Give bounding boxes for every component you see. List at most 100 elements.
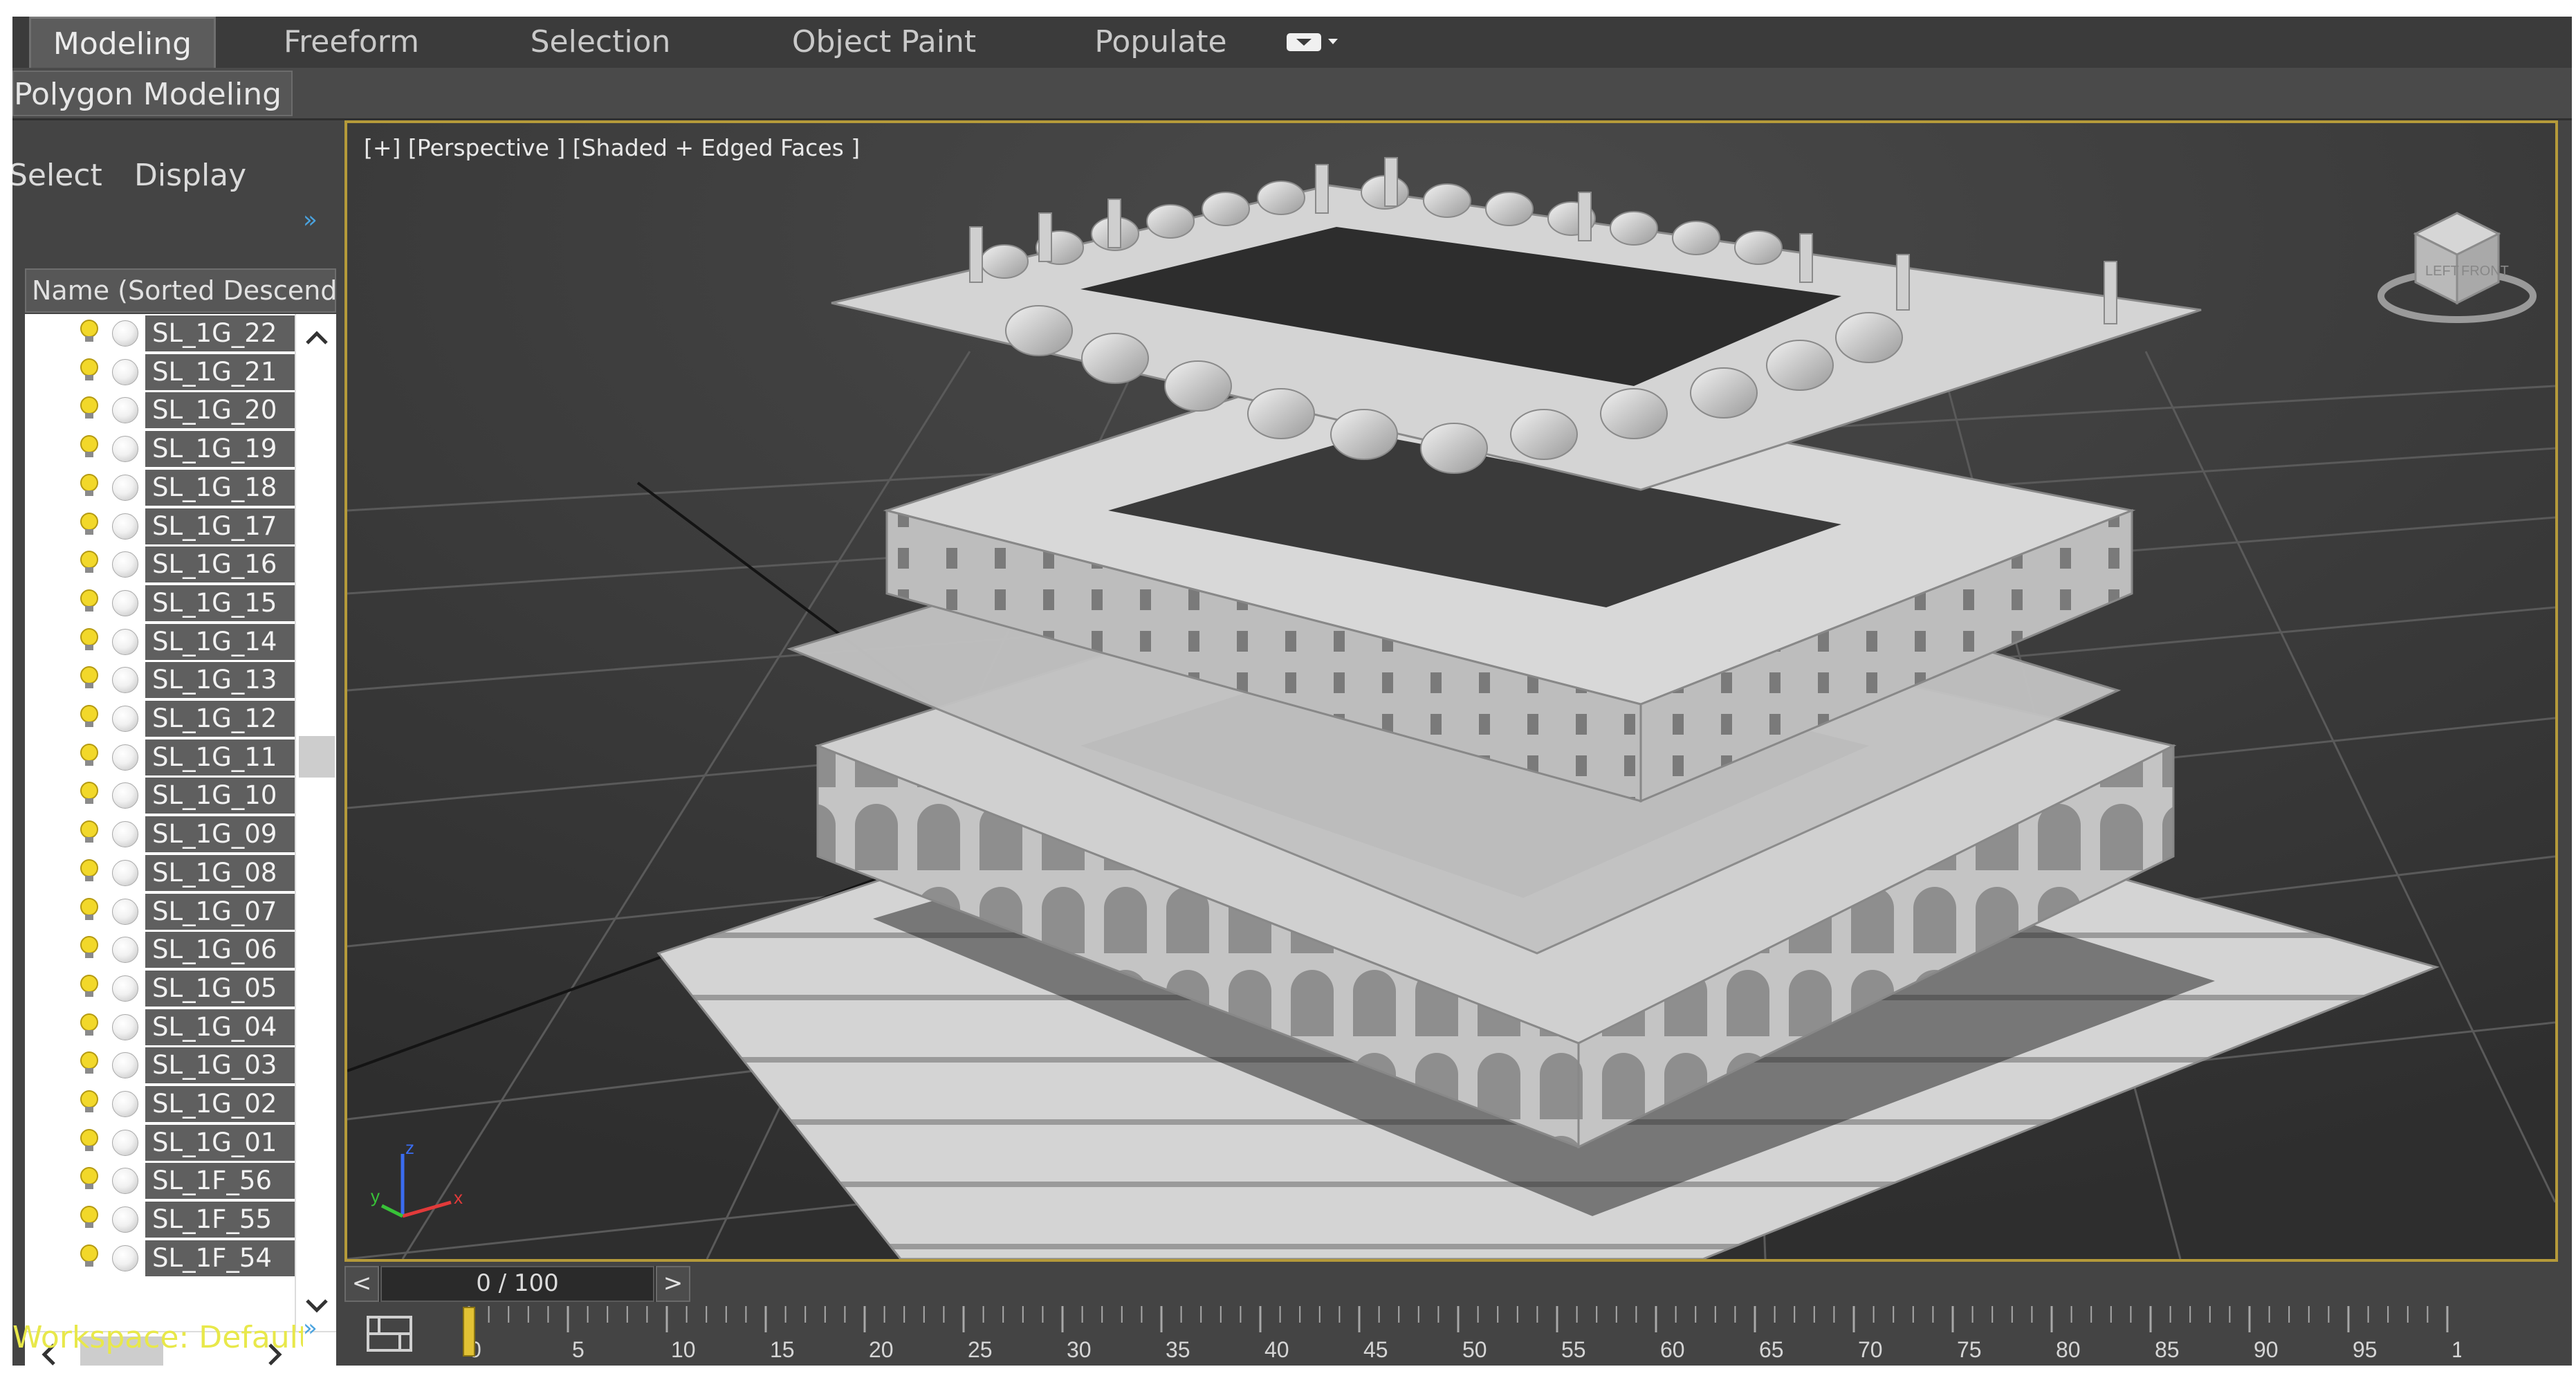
list-item[interactable]: SL_1G_22 — [25, 314, 295, 353]
object-name[interactable]: SL_1G_22 — [145, 315, 295, 351]
object-name[interactable]: SL_1G_14 — [145, 623, 295, 660]
menu-select[interactable]: Select — [12, 158, 102, 193]
list-item[interactable]: SL_1G_15 — [25, 584, 295, 623]
object-name[interactable]: SL_1G_11 — [145, 739, 295, 775]
list-item[interactable]: SL_1F_56 — [25, 1161, 295, 1200]
object-name[interactable]: SL_1G_13 — [145, 662, 295, 699]
list-item[interactable]: SL_1G_02 — [25, 1085, 295, 1123]
light-bulb-icon[interactable] — [77, 1204, 101, 1232]
object-name[interactable]: SL_1G_03 — [145, 1047, 295, 1084]
render-sphere-icon[interactable] — [112, 744, 138, 771]
object-name[interactable]: SL_1G_07 — [145, 893, 295, 930]
light-bulb-icon[interactable] — [77, 742, 101, 770]
time-slider[interactable]: < 0 / 100 > — [344, 1266, 690, 1302]
object-name[interactable]: SL_1G_15 — [145, 585, 295, 621]
object-name[interactable]: SL_1F_54 — [145, 1240, 295, 1276]
light-bulb-icon[interactable] — [77, 472, 101, 500]
light-bulb-icon[interactable] — [77, 1050, 101, 1078]
object-name[interactable]: SL_1G_01 — [145, 1124, 295, 1161]
object-name[interactable]: SL_1G_21 — [145, 353, 295, 390]
light-bulb-icon[interactable] — [77, 627, 101, 654]
light-bulb-icon[interactable] — [77, 549, 101, 577]
render-sphere-icon[interactable] — [112, 551, 138, 578]
list-item[interactable]: SL_1G_11 — [25, 738, 295, 777]
name-column-header[interactable]: Name (Sorted Descending) — [25, 268, 336, 313]
light-bulb-icon[interactable] — [77, 1012, 101, 1040]
list-item[interactable]: SL_1G_01 — [25, 1123, 295, 1162]
list-item[interactable]: SL_1F_54 — [25, 1239, 295, 1278]
light-bulb-icon[interactable] — [77, 1089, 101, 1117]
perspective-viewport[interactable]: [+] [Perspective ] [Shaded + Edged Faces… — [344, 120, 2558, 1262]
light-bulb-icon[interactable] — [77, 704, 101, 731]
light-bulb-icon[interactable] — [77, 858, 101, 885]
menu-display[interactable]: Display — [134, 158, 246, 193]
list-item[interactable]: SL_1G_19 — [25, 430, 295, 468]
light-bulb-icon[interactable] — [77, 1166, 101, 1193]
render-sphere-icon[interactable] — [112, 975, 138, 1002]
render-sphere-icon[interactable] — [112, 436, 138, 463]
list-item[interactable]: SL_1G_16 — [25, 545, 295, 584]
render-sphere-icon[interactable] — [112, 1206, 138, 1233]
object-name[interactable]: SL_1G_08 — [145, 854, 295, 891]
object-name[interactable]: SL_1G_16 — [145, 546, 295, 583]
viewcube-icon[interactable]: LEFT FRONT — [2374, 185, 2540, 331]
render-sphere-icon[interactable] — [112, 937, 138, 964]
light-bulb-icon[interactable] — [77, 395, 101, 423]
tab-populate[interactable]: Populate — [1050, 17, 1271, 68]
tab-object-paint[interactable]: Object Paint — [760, 17, 1009, 68]
light-bulb-icon[interactable] — [77, 780, 101, 808]
expand-chevron-icon[interactable]: » — [303, 206, 318, 234]
object-name[interactable]: SL_1G_06 — [145, 932, 295, 968]
render-sphere-icon[interactable] — [112, 1052, 138, 1079]
list-item[interactable]: SL_1G_08 — [25, 854, 295, 892]
list-item[interactable]: SL_1G_03 — [25, 1046, 295, 1085]
ribbon-options-icon[interactable] — [1285, 29, 1341, 55]
render-sphere-icon[interactable] — [112, 320, 138, 347]
light-bulb-icon[interactable] — [77, 1243, 101, 1271]
object-name[interactable]: SL_1G_02 — [145, 1086, 295, 1122]
list-item[interactable]: SL_1G_10 — [25, 776, 295, 815]
object-name[interactable]: SL_1G_05 — [145, 970, 295, 1007]
render-sphere-icon[interactable] — [112, 513, 138, 540]
vertical-scrollbar[interactable] — [295, 314, 336, 1331]
tab-selection[interactable]: Selection — [490, 17, 711, 68]
render-sphere-icon[interactable] — [112, 1244, 138, 1271]
trackbar-key-icon[interactable] — [365, 1313, 414, 1354]
time-slider-display[interactable]: 0 / 100 — [380, 1266, 654, 1302]
object-name[interactable]: SL_1F_56 — [145, 1163, 295, 1200]
list-item[interactable]: SL_1G_05 — [25, 969, 295, 1008]
render-sphere-icon[interactable] — [112, 628, 138, 655]
time-slider-prev-button[interactable]: < — [344, 1266, 379, 1302]
light-bulb-icon[interactable] — [77, 935, 101, 962]
object-name[interactable]: SL_1F_55 — [145, 1202, 295, 1238]
render-sphere-icon[interactable] — [112, 782, 138, 809]
list-item[interactable]: SL_1G_13 — [25, 661, 295, 699]
render-sphere-icon[interactable] — [112, 397, 138, 424]
object-name[interactable]: SL_1G_04 — [145, 1009, 295, 1045]
object-name[interactable]: SL_1G_12 — [145, 701, 295, 737]
list-item[interactable]: SL_1G_12 — [25, 699, 295, 738]
render-sphere-icon[interactable] — [112, 358, 138, 385]
render-sphere-icon[interactable] — [112, 859, 138, 886]
render-sphere-icon[interactable] — [112, 1168, 138, 1195]
list-item[interactable]: SL_1G_14 — [25, 623, 295, 661]
list-item[interactable]: SL_1G_20 — [25, 391, 295, 430]
light-bulb-icon[interactable] — [77, 897, 101, 924]
workspace-chevron-icon[interactable]: » — [303, 1314, 318, 1342]
render-sphere-icon[interactable] — [112, 474, 138, 501]
list-item[interactable]: SL_1G_07 — [25, 892, 295, 931]
render-sphere-icon[interactable] — [112, 1091, 138, 1117]
render-sphere-icon[interactable] — [112, 589, 138, 616]
light-bulb-icon[interactable] — [77, 588, 101, 616]
workspace-selector[interactable]: Workspace: Default — [12, 1310, 303, 1366]
object-name[interactable]: SL_1G_09 — [145, 816, 295, 853]
render-sphere-icon[interactable] — [112, 1013, 138, 1040]
light-bulb-icon[interactable] — [77, 819, 101, 847]
scroll-up-icon[interactable] — [296, 320, 338, 354]
vertical-scroll-thumb[interactable] — [299, 736, 335, 778]
render-sphere-icon[interactable] — [112, 706, 138, 732]
light-bulb-icon[interactable] — [77, 434, 101, 461]
list-item[interactable]: SL_1G_09 — [25, 815, 295, 854]
object-name[interactable]: SL_1G_20 — [145, 392, 295, 429]
current-frame-marker[interactable] — [463, 1307, 475, 1357]
